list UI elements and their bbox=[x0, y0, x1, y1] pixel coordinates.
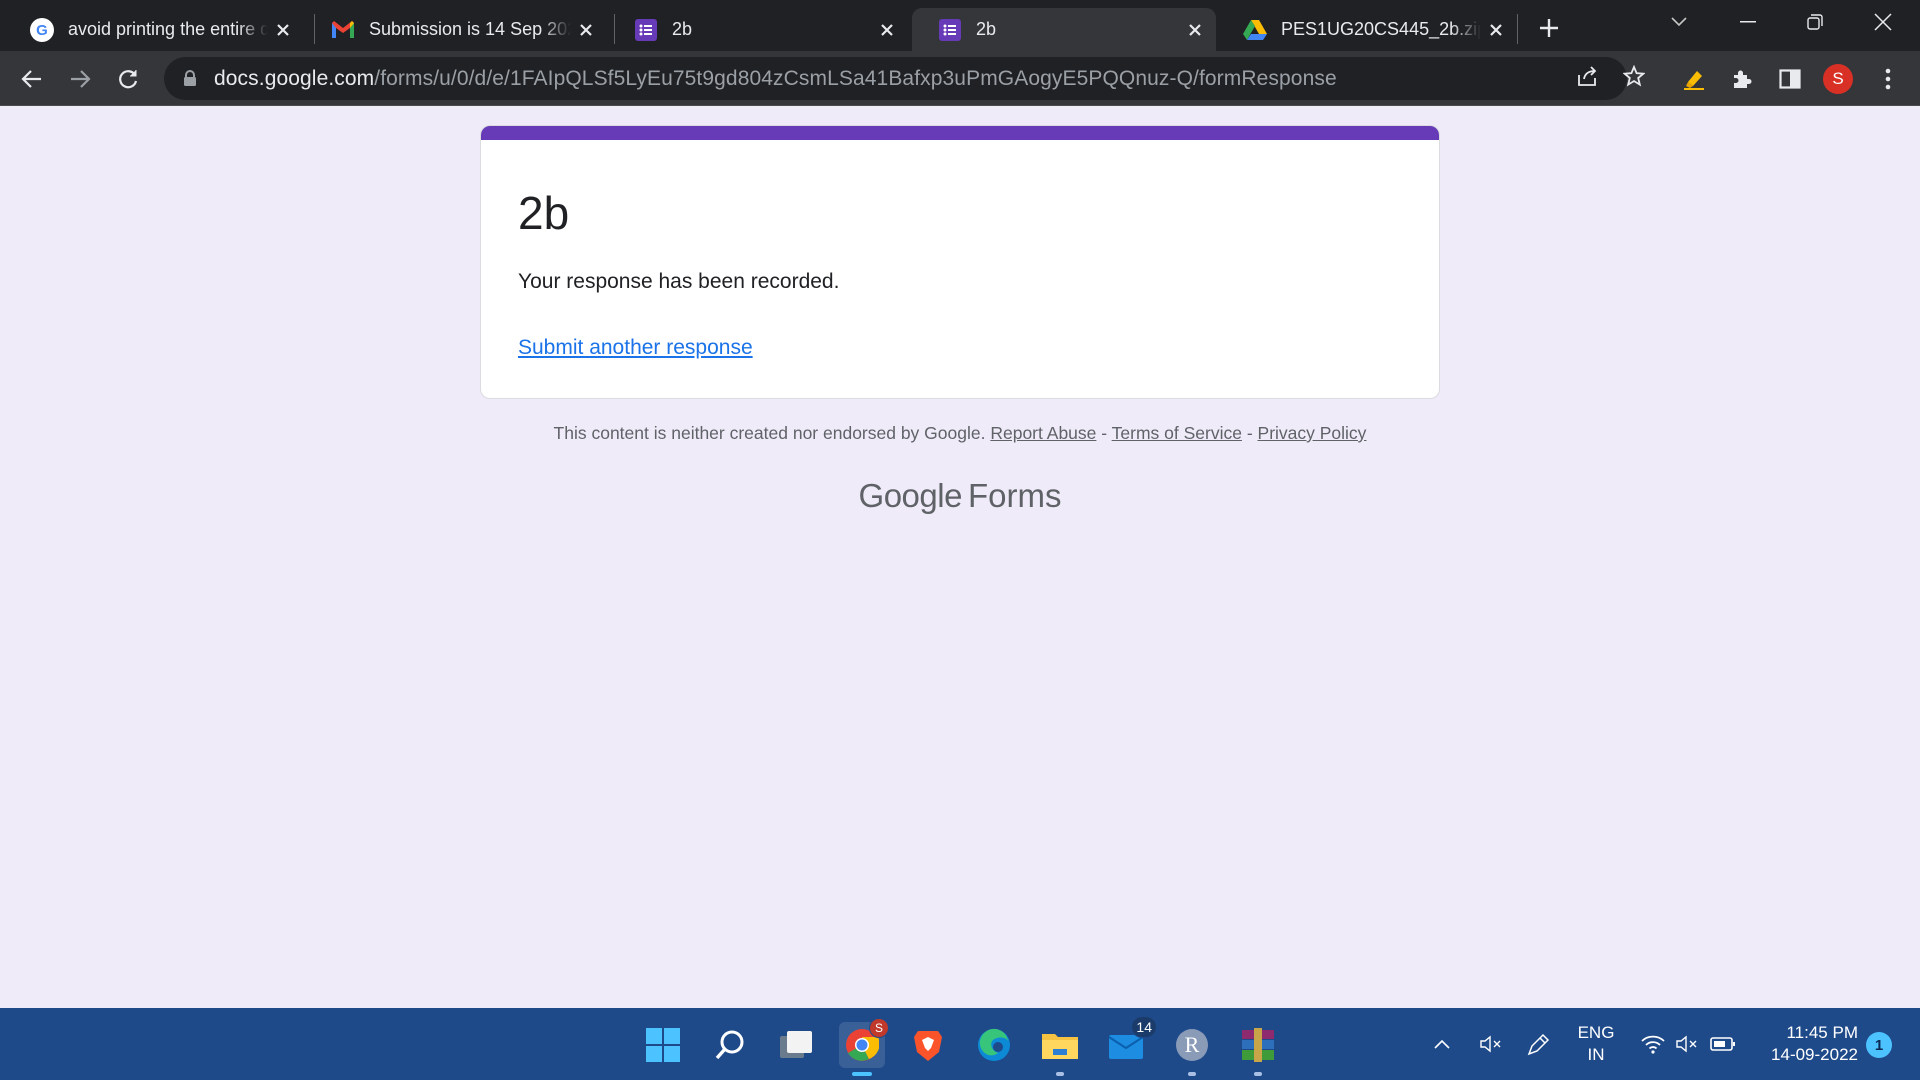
form-page: 2b Your response has been recorded. Subm… bbox=[0, 107, 1920, 1008]
profile-initial: S bbox=[1823, 64, 1853, 94]
response-card: 2b Your response has been recorded. Subm… bbox=[480, 125, 1440, 399]
lock-icon[interactable] bbox=[180, 69, 200, 89]
google-forms-icon bbox=[634, 18, 658, 42]
reload-button[interactable] bbox=[108, 59, 148, 99]
terms-of-service-link[interactable]: Terms of Service bbox=[1112, 423, 1242, 443]
browser-tab-4-active[interactable]: 2b bbox=[912, 8, 1216, 51]
running-indicator bbox=[1254, 1072, 1262, 1076]
browser-tab-2[interactable]: Submission is 14 Sep 2022 bbox=[305, 8, 607, 51]
brave-icon[interactable] bbox=[905, 1022, 951, 1068]
windows-taskbar: S 14 R ENG IN 11:45 PM 14-09-2022 1 bbox=[0, 1008, 1920, 1080]
clock-date: 14-09-2022 bbox=[1771, 1045, 1858, 1064]
separator: - bbox=[1241, 423, 1258, 443]
separator: - bbox=[1096, 423, 1112, 443]
mail-icon[interactable]: 14 bbox=[1103, 1016, 1157, 1068]
close-tab-icon[interactable] bbox=[872, 15, 902, 45]
gmail-icon bbox=[331, 18, 355, 42]
task-view-icon[interactable] bbox=[773, 1022, 819, 1068]
browser-tab-3[interactable]: 2b bbox=[608, 8, 908, 51]
r-app-icon[interactable]: R bbox=[1169, 1022, 1215, 1076]
bookmark-star-icon[interactable] bbox=[1617, 59, 1651, 93]
pen-icon[interactable] bbox=[1522, 1008, 1556, 1080]
notification-count-badge[interactable]: 1 bbox=[1866, 1032, 1892, 1058]
url-text[interactable]: docs.google.com/forms/u/0/d/e/1FAIpQLSf5… bbox=[214, 67, 1337, 91]
edge-icon[interactable] bbox=[971, 1022, 1017, 1068]
browser-tab-5[interactable]: PES1UG20CS445_2b.zip - Google Drive bbox=[1217, 8, 1517, 51]
show-hidden-icons-chevron-up-icon[interactable] bbox=[1426, 1008, 1458, 1080]
close-tab-icon[interactable] bbox=[1481, 15, 1511, 45]
search-icon[interactable] bbox=[707, 1022, 753, 1068]
windows-start-icon[interactable] bbox=[640, 1022, 686, 1068]
system-clock[interactable]: 11:45 PM 14-09-2022 bbox=[1748, 1022, 1858, 1066]
input-language-indicator[interactable]: ENG IN bbox=[1572, 1022, 1620, 1066]
mail-unread-badge: 14 bbox=[1131, 1016, 1157, 1038]
language-code: ENG bbox=[1577, 1023, 1615, 1042]
speaker-muted-icon[interactable] bbox=[1474, 1008, 1508, 1080]
privacy-policy-link[interactable]: Privacy Policy bbox=[1258, 423, 1367, 443]
disclaimer-text: This content is neither created nor endo… bbox=[553, 423, 986, 443]
confirmation-message: Your response has been recorded. bbox=[518, 270, 840, 293]
tab-title: Submission is 14 Sep 2022 bbox=[369, 19, 571, 39]
google-g-icon: G bbox=[30, 17, 54, 42]
close-tab-icon[interactable] bbox=[268, 15, 298, 45]
side-panel-icon[interactable] bbox=[1772, 61, 1808, 97]
region-code: IN bbox=[1587, 1045, 1605, 1064]
profile-avatar[interactable]: S bbox=[1820, 61, 1856, 97]
highlighter-extension-icon[interactable] bbox=[1676, 61, 1712, 97]
volume-muted-icon[interactable] bbox=[1670, 1008, 1704, 1080]
winrar-icon[interactable] bbox=[1235, 1022, 1281, 1076]
close-tab-icon[interactable] bbox=[571, 15, 601, 45]
tab-strip: G avoid printing the entire data Submiss… bbox=[0, 0, 1920, 51]
chrome-icon[interactable]: S bbox=[839, 1018, 889, 1076]
tab-separator bbox=[1517, 14, 1518, 44]
form-title: 2b bbox=[518, 187, 570, 239]
tab-title: 2b bbox=[672, 19, 693, 39]
url-host: docs.google.com bbox=[214, 66, 375, 90]
svg-text:G: G bbox=[36, 22, 48, 39]
tab-title: avoid printing the entire data bbox=[68, 19, 268, 39]
url-path: /forms/u/0/d/e/1FAIpQLSf5LyEu75t9gd804zC… bbox=[374, 66, 1337, 90]
file-explorer-icon[interactable] bbox=[1037, 1022, 1083, 1076]
tab-search-button[interactable] bbox=[1646, 0, 1712, 44]
google-drive-icon bbox=[1243, 18, 1267, 42]
chrome-profile-badge: S bbox=[869, 1018, 889, 1038]
minimize-button[interactable] bbox=[1715, 0, 1781, 44]
browser-toolbar: docs.google.com/forms/u/0/d/e/1FAIpQLSf5… bbox=[0, 51, 1920, 106]
new-tab-button[interactable] bbox=[1531, 10, 1567, 46]
google-forms-icon bbox=[938, 18, 962, 42]
restore-button[interactable] bbox=[1782, 0, 1848, 44]
chrome-menu-icon[interactable] bbox=[1870, 61, 1906, 97]
close-window-button[interactable] bbox=[1850, 0, 1916, 44]
logo-google: Google bbox=[858, 477, 963, 514]
forward-button[interactable] bbox=[60, 59, 100, 99]
running-indicator bbox=[1056, 1072, 1064, 1076]
footer-disclaimer: This content is neither created nor endo… bbox=[0, 423, 1920, 444]
battery-icon[interactable] bbox=[1706, 1008, 1740, 1080]
logo-forms: Forms bbox=[967, 477, 1062, 514]
form-accent-bar bbox=[481, 126, 1439, 140]
tab-title: 2b bbox=[976, 19, 997, 39]
submit-another-response-link[interactable]: Submit another response bbox=[518, 336, 753, 360]
wifi-icon[interactable] bbox=[1636, 1008, 1670, 1080]
running-indicator bbox=[852, 1072, 872, 1076]
svg-text:R: R bbox=[1185, 1032, 1200, 1057]
browser-tab-1[interactable]: G avoid printing the entire data bbox=[4, 8, 304, 51]
share-icon[interactable] bbox=[1570, 59, 1604, 93]
running-indicator bbox=[1188, 1072, 1196, 1076]
clock-time: 11:45 PM bbox=[1786, 1023, 1858, 1042]
address-bar[interactable]: docs.google.com/forms/u/0/d/e/1FAIpQLSf5… bbox=[164, 57, 1627, 100]
google-forms-logo[interactable]: Google Forms bbox=[0, 477, 1920, 515]
extensions-puzzle-icon[interactable] bbox=[1724, 61, 1760, 97]
close-tab-icon[interactable] bbox=[1180, 15, 1210, 45]
back-button[interactable] bbox=[12, 59, 52, 99]
tab-title: PES1UG20CS445_2b.zip - Google Drive bbox=[1281, 19, 1481, 39]
report-abuse-link[interactable]: Report Abuse bbox=[990, 423, 1096, 443]
